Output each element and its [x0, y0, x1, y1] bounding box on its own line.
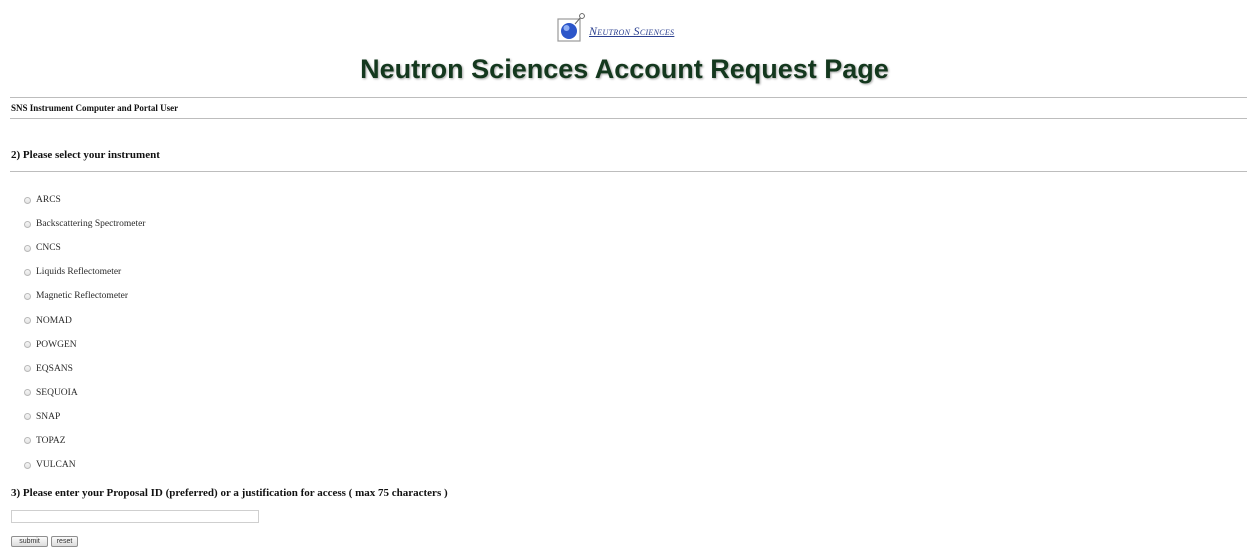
instrument-option-magnetic-reflectometer[interactable]: Magnetic Reflectometer [24, 284, 145, 308]
instrument-option-vulcan[interactable]: VULCAN [24, 453, 145, 477]
instrument-option-topaz[interactable]: TOPAZ [24, 429, 145, 453]
instrument-option-powgen[interactable]: POWGEN [24, 333, 145, 357]
instrument-option-label: SNAP [36, 411, 61, 422]
radio-button-icon[interactable] [24, 389, 31, 397]
instrument-option-label: SEQUOIA [36, 387, 78, 398]
instrument-option-snap[interactable]: SNAP [24, 405, 145, 429]
instrument-option-label: Magnetic Reflectometer [36, 291, 129, 302]
instrument-option-liquids-reflectometer[interactable]: Liquids Reflectometer [24, 260, 145, 284]
radio-button-icon[interactable] [24, 365, 31, 373]
subheader-user-type: SNS Instrument Computer and Portal User [11, 103, 179, 113]
instrument-option-sequoia[interactable]: SEQUOIA [24, 381, 145, 405]
divider [10, 171, 1247, 172]
instrument-radio-group: ARCS Backscattering Spectrometer CNCS Li… [24, 188, 145, 477]
instrument-section-heading: 2) Please select your instrument [11, 149, 160, 161]
divider [10, 118, 1247, 119]
instrument-option-eqsans[interactable]: EQSANS [24, 357, 145, 381]
instrument-option-label: Liquids Reflectometer [36, 267, 122, 278]
logo-text: Neutron Sciences [589, 23, 675, 38]
instrument-option-label: CNCS [36, 243, 61, 254]
submit-button[interactable]: submit [11, 536, 48, 547]
radio-button-icon[interactable] [24, 268, 31, 276]
radio-button-icon[interactable] [24, 341, 31, 349]
page-title: Neutron Sciences Account Request Page [360, 54, 889, 84]
radio-button-icon[interactable] [24, 413, 31, 421]
instrument-option-label: VULCAN [36, 460, 76, 471]
instrument-option-label: EQSANS [36, 363, 73, 374]
instrument-option-arcs[interactable]: ARCS [24, 188, 145, 212]
instrument-option-label: Backscattering Spectrometer [36, 219, 146, 230]
instrument-option-backscattering-spectrometer[interactable]: Backscattering Spectrometer [24, 212, 145, 236]
radio-button-icon[interactable] [24, 317, 31, 325]
neutron-sciences-logo: Neutron Sciences [556, 10, 674, 44]
instrument-option-nomad[interactable]: NOMAD [24, 308, 145, 332]
radio-button-icon[interactable] [24, 196, 31, 204]
instrument-option-label: POWGEN [36, 339, 77, 350]
instrument-option-label: NOMAD [36, 315, 72, 326]
proposal-id-input[interactable] [11, 510, 259, 523]
radio-button-icon[interactable] [24, 244, 31, 252]
instrument-option-cncs[interactable]: CNCS [24, 236, 145, 260]
radio-button-icon[interactable] [24, 461, 31, 469]
proposal-section-heading: 3) Please enter your Proposal ID (prefer… [11, 487, 448, 499]
reset-button[interactable]: reset [51, 536, 78, 547]
radio-button-icon[interactable] [24, 292, 31, 300]
instrument-option-label: TOPAZ [36, 435, 66, 446]
divider [10, 97, 1247, 98]
neutron-sciences-logo-icon [557, 13, 585, 42]
account-request-page: Neutron Sciences Neutron Sciences Accoun… [0, 0, 1249, 548]
radio-button-icon[interactable] [24, 220, 31, 228]
radio-button-icon[interactable] [24, 437, 31, 445]
instrument-option-label: ARCS [36, 195, 61, 206]
